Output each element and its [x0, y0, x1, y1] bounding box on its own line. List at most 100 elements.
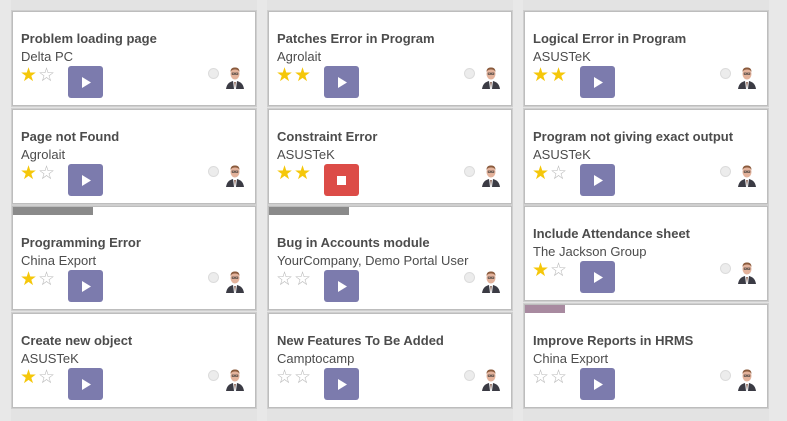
star-icon[interactable]: ☆	[276, 368, 294, 387]
task-customer: Agrolait	[277, 49, 322, 64]
start-timer-button[interactable]	[68, 164, 103, 196]
star-icon[interactable]: ★	[20, 164, 38, 183]
star-icon[interactable]: ★	[294, 66, 312, 85]
task-card[interactable]: Improve Reports in HRMS China Export ☆☆	[524, 304, 768, 408]
task-title[interactable]: Create new object	[21, 333, 132, 348]
avatar[interactable]	[736, 260, 758, 284]
kanban-state-dot[interactable]	[208, 68, 219, 79]
task-customer: Camptocamp	[277, 351, 355, 366]
star-icon[interactable]: ☆	[532, 368, 550, 387]
task-title[interactable]: New Features To Be Added	[277, 333, 444, 348]
kanban-state-dot[interactable]	[464, 166, 475, 177]
task-title[interactable]: Constraint Error	[277, 129, 377, 144]
start-timer-button[interactable]	[68, 270, 103, 302]
avatar[interactable]	[480, 269, 502, 293]
kanban-state-dot[interactable]	[208, 166, 219, 177]
kanban-state-dot[interactable]	[720, 370, 731, 381]
priority-stars: ★☆	[20, 368, 56, 387]
task-customer: ASUSTeK	[277, 147, 335, 162]
star-icon[interactable]: ☆	[294, 368, 312, 387]
task-customer: Agrolait	[21, 147, 66, 162]
kanban-state-dot[interactable]	[464, 370, 475, 381]
task-card[interactable]: Program not giving exact output ASUSTeK ★☆	[524, 109, 768, 204]
task-card[interactable]: Constraint Error ASUSTeK ★★	[268, 109, 512, 204]
avatar[interactable]	[736, 367, 758, 391]
star-icon[interactable]: ☆	[550, 368, 568, 387]
priority-stars: ★☆	[20, 270, 56, 289]
star-icon[interactable]: ★	[550, 66, 568, 85]
start-timer-button[interactable]	[580, 261, 615, 293]
star-icon[interactable]: ☆	[550, 164, 568, 183]
start-timer-button[interactable]	[580, 164, 615, 196]
star-icon[interactable]: ☆	[38, 164, 56, 183]
task-card[interactable]: Programming Error China Export ★☆	[12, 206, 256, 310]
task-title[interactable]: Program not giving exact output	[533, 129, 733, 144]
star-icon[interactable]: ☆	[550, 261, 568, 280]
task-card[interactable]: Logical Error in Program ASUSTeK ★★	[524, 11, 768, 106]
stop-timer-button[interactable]	[324, 164, 359, 196]
avatar[interactable]	[480, 367, 502, 391]
star-icon[interactable]: ★	[532, 261, 550, 280]
start-timer-button[interactable]	[324, 368, 359, 400]
kanban-state-dot[interactable]	[720, 263, 731, 274]
star-icon[interactable]: ★	[20, 368, 38, 387]
kanban-state-dot[interactable]	[464, 68, 475, 79]
task-title[interactable]: Patches Error in Program	[277, 31, 435, 46]
start-timer-button[interactable]	[580, 368, 615, 400]
kanban-state-dot[interactable]	[720, 166, 731, 177]
star-icon[interactable]: ★	[20, 270, 38, 289]
task-title[interactable]: Include Attendance sheet	[533, 226, 690, 241]
task-title[interactable]: Improve Reports in HRMS	[533, 333, 693, 348]
task-title[interactable]: Page not Found	[21, 129, 119, 144]
task-card[interactable]: Patches Error in Program Agrolait ★★	[268, 11, 512, 106]
avatar[interactable]	[224, 367, 246, 391]
task-customer: Delta PC	[21, 49, 74, 64]
kanban-state-dot[interactable]	[208, 370, 219, 381]
star-icon[interactable]: ☆	[38, 368, 56, 387]
star-icon[interactable]: ☆	[276, 270, 294, 289]
task-card[interactable]: Create new object ASUSTeK ★☆	[12, 313, 256, 408]
start-timer-button[interactable]	[324, 66, 359, 98]
priority-stars: ★☆	[20, 164, 56, 183]
kanban-state-dot[interactable]	[464, 272, 475, 283]
task-customer: The Jackson Group	[533, 244, 647, 259]
avatar[interactable]	[224, 65, 246, 89]
color-tag-bar	[269, 207, 349, 215]
task-card[interactable]: Page not Found Agrolait ★☆	[12, 109, 256, 204]
start-timer-button[interactable]	[580, 66, 615, 98]
priority-stars: ★★	[532, 66, 568, 85]
star-icon[interactable]: ★	[532, 164, 550, 183]
priority-stars: ☆☆	[276, 270, 312, 289]
task-card[interactable]: Bug in Accounts module YourCompany, Demo …	[268, 206, 512, 310]
star-icon[interactable]: ★	[294, 164, 312, 183]
start-timer-button[interactable]	[68, 368, 103, 400]
star-icon[interactable]: ★	[532, 66, 550, 85]
task-customer: ASUSTeK	[21, 351, 79, 366]
avatar[interactable]	[224, 269, 246, 293]
avatar[interactable]	[480, 163, 502, 187]
kanban-state-dot[interactable]	[208, 272, 219, 283]
task-title[interactable]: Bug in Accounts module	[277, 235, 430, 250]
priority-stars: ☆☆	[276, 368, 312, 387]
task-card[interactable]: New Features To Be Added Camptocamp ☆☆	[268, 313, 512, 408]
star-icon[interactable]: ☆	[294, 270, 312, 289]
task-card[interactable]: Include Attendance sheet The Jackson Grou…	[524, 206, 768, 301]
task-title[interactable]: Programming Error	[21, 235, 141, 250]
star-icon[interactable]: ★	[20, 66, 38, 85]
avatar[interactable]	[480, 65, 502, 89]
kanban-state-dot[interactable]	[720, 68, 731, 79]
avatar[interactable]	[224, 163, 246, 187]
avatar[interactable]	[736, 163, 758, 187]
priority-stars: ★★	[276, 66, 312, 85]
star-icon[interactable]: ☆	[38, 270, 56, 289]
start-timer-button[interactable]	[324, 270, 359, 302]
task-title[interactable]: Problem loading page	[21, 31, 157, 46]
task-card[interactable]: Problem loading page Delta PC ★☆	[12, 11, 256, 106]
star-icon[interactable]: ★	[276, 164, 294, 183]
color-tag-bar	[525, 305, 565, 313]
avatar[interactable]	[736, 65, 758, 89]
start-timer-button[interactable]	[68, 66, 103, 98]
task-title[interactable]: Logical Error in Program	[533, 31, 686, 46]
star-icon[interactable]: ★	[276, 66, 294, 85]
star-icon[interactable]: ☆	[38, 66, 56, 85]
